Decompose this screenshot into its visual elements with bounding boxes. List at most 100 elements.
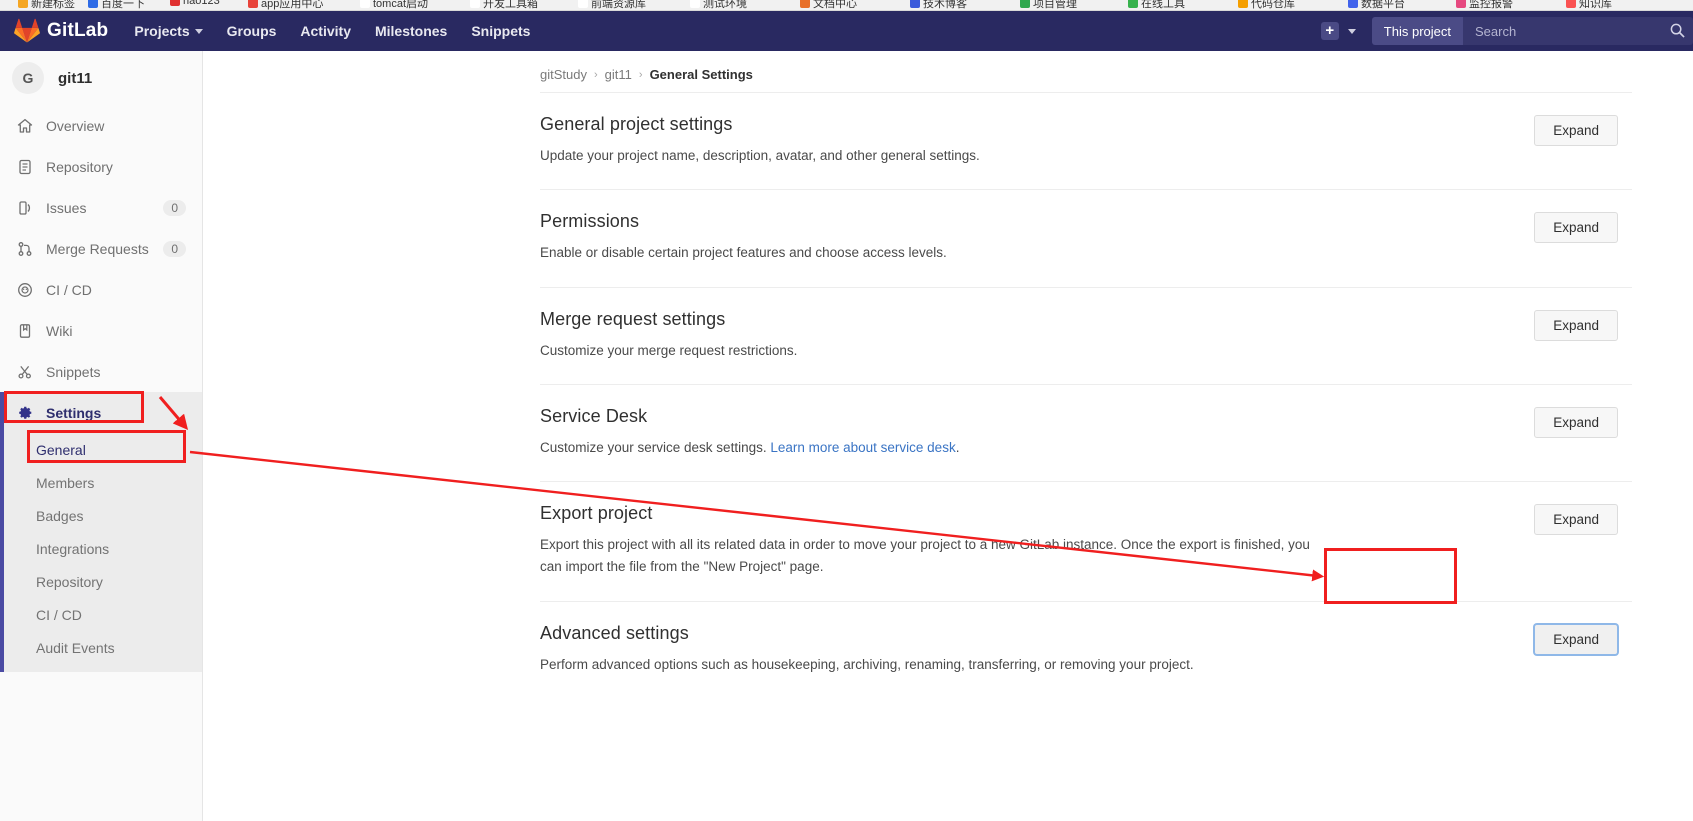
- sidebar-item-wiki-label: Wiki: [46, 322, 73, 339]
- nav-link-groups[interactable]: Groups: [227, 23, 277, 39]
- search-input[interactable]: [1463, 17, 1653, 45]
- bookmark-label: 代码仓库: [1251, 0, 1295, 10]
- settings-section-advanced-settings: Advanced settings Perform advanced optio…: [540, 600, 1632, 698]
- bookmark-item[interactable]: 技术博客: [910, 0, 967, 10]
- bookmark-item[interactable]: 百度一下: [88, 0, 145, 10]
- section-description: Enable or disable certain project featur…: [540, 245, 947, 261]
- expand-button-permissions[interactable]: Expand: [1534, 212, 1618, 244]
- bookmark-label: 开发工具箱: [483, 0, 538, 10]
- nav-link-activity[interactable]: Activity: [300, 23, 351, 39]
- sidebar-item-overview-label: Overview: [46, 117, 105, 134]
- primary-nav: Projects Groups Activity Milestones Snip…: [134, 23, 530, 39]
- project-name: git11: [58, 69, 93, 87]
- bookmark-item[interactable]: hao123: [170, 0, 220, 7]
- bookmark-item[interactable]: tomcat启动: [360, 0, 428, 10]
- sidebar-subitem-integrations[interactable]: Integrations: [0, 532, 202, 565]
- sidebar-subitem-badges[interactable]: Badges: [0, 499, 202, 532]
- expand-button-advanced-settings[interactable]: Expand: [1534, 623, 1618, 655]
- sidebar-item-ci-cd[interactable]: CI / CD: [0, 269, 202, 310]
- bookmark-favicon-icon: [1128, 0, 1138, 8]
- bookmark-favicon-icon: [470, 0, 480, 8]
- settings-subnav: General Members Badges Integrations Repo…: [0, 433, 202, 672]
- bookmark-label: 百度一下: [101, 0, 145, 10]
- bookmark-favicon-icon: [88, 0, 98, 8]
- breadcrumb-separator-icon: ›: [638, 68, 643, 81]
- bookmark-label: 监控报警: [1469, 0, 1513, 10]
- bookmark-label: 知识库: [1579, 0, 1612, 10]
- bookmark-item[interactable]: app应用中心: [248, 0, 323, 10]
- sidebar-item-repository-label: Repository: [46, 158, 113, 175]
- bookmark-item[interactable]: 监控报警: [1456, 0, 1513, 10]
- sidebar-subitem-audit-events[interactable]: Audit Events: [0, 631, 202, 664]
- expand-button-general-project-settings[interactable]: Expand: [1534, 115, 1618, 146]
- settings-section-general-project-settings: General project settings Update your pro…: [540, 93, 1632, 189]
- section-title: Permissions: [540, 211, 640, 232]
- document-icon: [16, 158, 33, 175]
- settings-section-permissions: Permissions Enable or disable certain pr…: [540, 189, 1632, 286]
- bookmark-item[interactable]: 新建标签: [18, 0, 75, 10]
- sidebar-item-snippets[interactable]: Snippets: [0, 351, 202, 392]
- bookmark-favicon-icon: [910, 0, 920, 8]
- section-description-text: Customize your service desk settings.: [540, 439, 771, 455]
- sidebar-subitem-general[interactable]: General: [0, 433, 202, 466]
- expand-button-service-desk[interactable]: Expand: [1534, 406, 1618, 438]
- issues-count-badge: 0: [163, 199, 186, 216]
- bookmark-item[interactable]: 前端资源库: [578, 0, 646, 10]
- bookmark-item[interactable]: 在线工具: [1128, 0, 1185, 10]
- bookmark-favicon-icon: [1238, 0, 1248, 8]
- bookmark-label: 数据平台: [1361, 0, 1405, 10]
- expand-button-export-project[interactable]: Expand: [1534, 504, 1618, 536]
- browser-bookmarks-bar: 新建标签 百度一下 hao123 app应用中心 tomcat启动 开发工具箱 前端资源库 测…: [0, 0, 1693, 11]
- sidebar-item-settings[interactable]: Settings: [0, 392, 202, 433]
- navbar-right-group: + This project: [1320, 11, 1693, 51]
- bookmark-item[interactable]: 数据平台: [1348, 0, 1405, 10]
- sidebar-item-repository[interactable]: Repository: [0, 146, 202, 187]
- service-desk-learn-more-link[interactable]: Learn more about service desk: [770, 440, 955, 455]
- sidebar-item-wiki[interactable]: Wiki: [0, 310, 202, 351]
- top-navbar: GitLab Projects Groups Activity Mileston…: [0, 11, 1693, 51]
- book-icon: [16, 322, 33, 339]
- sidebar-subitem-ci-cd[interactable]: CI / CD: [0, 598, 202, 631]
- expand-button-merge-request-settings[interactable]: Expand: [1534, 309, 1618, 341]
- search-scope-button[interactable]: This project: [1371, 17, 1463, 45]
- bookmark-item[interactable]: 文档中心: [800, 0, 857, 10]
- project-sidebar: G git11 Overview Repository Issues 0 Mer…: [0, 51, 203, 821]
- section-description-tail: .: [955, 439, 960, 455]
- bookmark-item[interactable]: 代码仓库: [1238, 0, 1295, 10]
- nav-link-projects[interactable]: Projects: [134, 23, 203, 39]
- settings-sections: General project settings Update your pro…: [204, 93, 1633, 698]
- merge-requests-count-badge: 0: [163, 240, 186, 257]
- bookmark-favicon-icon: [690, 0, 700, 8]
- merge-request-icon: [16, 240, 33, 257]
- settings-section-merge-request-settings: Merge request settings Customize your me…: [540, 286, 1632, 384]
- breadcrumb-separator-icon: ›: [593, 68, 598, 81]
- nav-link-snippets[interactable]: Snippets: [471, 23, 530, 39]
- bookmark-favicon-icon: [170, 0, 180, 6]
- nav-link-milestones[interactable]: Milestones: [375, 23, 447, 39]
- search-icon[interactable]: [1670, 23, 1685, 38]
- chevron-down-icon[interactable]: [1347, 28, 1356, 34]
- sidebar-item-issues-label: Issues: [46, 199, 87, 216]
- bookmark-item[interactable]: 项目管理: [1020, 0, 1077, 10]
- sidebar-item-merge-requests[interactable]: Merge Requests 0: [0, 228, 202, 269]
- section-title: Advanced settings: [540, 622, 689, 643]
- search-box[interactable]: [1463, 17, 1693, 45]
- bookmark-favicon-icon: [800, 0, 810, 8]
- scissors-icon: [16, 363, 33, 380]
- gitlab-tanuki-icon[interactable]: [14, 18, 40, 44]
- bookmark-item[interactable]: 测试环境: [690, 0, 747, 10]
- sidebar-item-snippets-label: Snippets: [46, 363, 101, 380]
- home-icon: [16, 117, 33, 134]
- breadcrumb-item-group[interactable]: gitStudy: [540, 67, 587, 82]
- sidebar-item-issues[interactable]: Issues 0: [0, 187, 202, 228]
- breadcrumb-item-project[interactable]: git11: [605, 67, 632, 82]
- bookmark-favicon-icon: [1566, 0, 1576, 8]
- sidebar-subitem-repository[interactable]: Repository: [0, 565, 202, 598]
- sidebar-subitem-members[interactable]: Members: [0, 466, 202, 499]
- plus-square-icon[interactable]: +: [1320, 22, 1339, 40]
- bookmark-item[interactable]: 开发工具箱: [470, 0, 538, 10]
- bookmark-item[interactable]: 知识库: [1566, 0, 1612, 10]
- section-description: Customize your service desk settings. Le…: [540, 437, 1330, 459]
- sidebar-item-overview[interactable]: Overview: [0, 105, 202, 146]
- project-header[interactable]: G git11: [0, 51, 202, 105]
